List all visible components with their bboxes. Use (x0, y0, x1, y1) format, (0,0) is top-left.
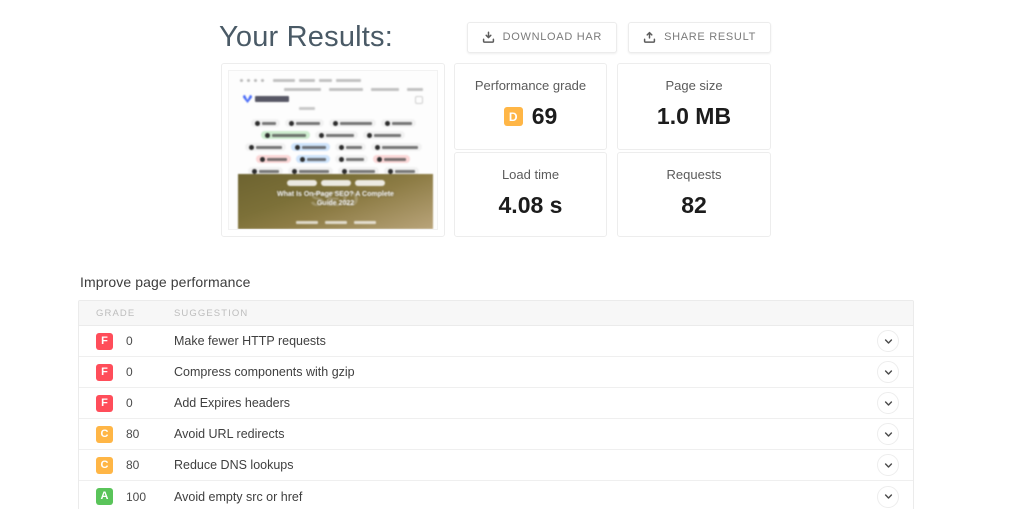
grade-badge: F (96, 364, 113, 381)
metric-card-load-time: Load time 4.08 s (454, 152, 607, 237)
cell-suggestion: Reduce DNS lookups (174, 458, 877, 472)
column-header-grade: GRADE (96, 308, 174, 319)
metric-label: Load time (502, 168, 559, 181)
expand-row-button[interactable] (877, 330, 899, 352)
expand-row-button[interactable] (877, 486, 899, 508)
suggestions-table: GRADE SUGGESTION F0Make fewer HTTP reque… (78, 300, 914, 509)
page-screenshot-thumbnail[interactable]: SEO What Is On-Page SEO? A Complete Guid… (221, 63, 445, 237)
table-row[interactable]: A 100 Avoid empty src or href (79, 481, 913, 509)
mini-search-icon (415, 96, 423, 104)
metric-label: Performance grade (475, 79, 586, 92)
table-row[interactable]: F0Compress components with gzip (79, 357, 913, 388)
mini-site-logo (243, 95, 289, 103)
metric-value-wrap: 82 (681, 194, 707, 217)
column-header-suggestion: SUGGESTION (174, 308, 248, 319)
grade-badge: C (96, 457, 113, 474)
table-row[interactable]: C 80 Avoid URL redirects (79, 419, 913, 450)
cell-suggestion: Avoid URL redirects (174, 427, 877, 441)
cell-grade: F0 (96, 333, 174, 350)
grade-score: 0 (126, 396, 133, 410)
cell-suggestion: Compress components with gzip (174, 365, 877, 379)
chevron-down-icon (884, 368, 893, 377)
metric-value-wrap: 1.0 MB (657, 105, 731, 128)
summary-section: SEO What Is On-Page SEO? A Complete Guid… (221, 63, 771, 237)
cell-suggestion: Add Expires headers (174, 396, 877, 410)
metric-value: 82 (681, 194, 707, 217)
expand-row-button[interactable] (877, 392, 899, 414)
mini-hero-tags (287, 180, 385, 186)
table-row[interactable]: C 80 Reduce DNS lookups (79, 450, 913, 481)
cell-suggestion: Avoid empty src or href (174, 490, 877, 504)
table-row[interactable]: F0Add Expires headers (79, 388, 913, 419)
mini-hero-image: SEO What Is On-Page SEO? A Complete Guid… (238, 174, 433, 229)
results-header: Your Results: DOWNLOAD HAR (219, 14, 771, 60)
mini-browser-topbar (240, 77, 426, 84)
cell-grade: C 80 (96, 457, 174, 474)
share-result-label: SHARE RESULT (664, 31, 756, 43)
grade-score: 0 (126, 365, 133, 379)
share-result-button[interactable]: SHARE RESULT (628, 22, 771, 53)
mini-hero-title: What Is On-Page SEO? A Complete Guide 20… (276, 190, 396, 208)
results-page: Your Results: DOWNLOAD HAR (0, 0, 1024, 509)
cell-grade: F0 (96, 364, 174, 381)
metric-value: 69 (532, 105, 558, 128)
metric-label: Page size (665, 79, 722, 92)
expand-row-button[interactable] (877, 423, 899, 445)
grade-badge: F (96, 395, 113, 412)
mini-nav (284, 87, 423, 91)
table-header-row: GRADE SUGGESTION (79, 301, 913, 326)
mini-hero-meta (296, 221, 376, 224)
grade-score: 80 (126, 458, 139, 472)
grade-score: 100 (126, 490, 146, 504)
header-actions: DOWNLOAD HAR SHARE RESULT (467, 22, 771, 53)
metric-label: Requests (667, 168, 722, 181)
chevron-down-icon (884, 430, 893, 439)
chevron-down-icon (884, 399, 893, 408)
cell-grade: F0 (96, 395, 174, 412)
download-icon (482, 31, 495, 44)
share-icon (643, 31, 656, 44)
table-row[interactable]: F0Make fewer HTTP requests (79, 326, 913, 357)
chevron-down-icon (884, 492, 893, 501)
metric-value: 4.08 s (499, 194, 563, 217)
cell-grade: C 80 (96, 426, 174, 443)
grade-score: 80 (126, 427, 139, 441)
suggestions-section: Improve page performance GRADE SUGGESTIO… (78, 274, 914, 509)
grade-badge: A (96, 488, 113, 505)
thumbnail-render: SEO What Is On-Page SEO? A Complete Guid… (229, 71, 437, 229)
table-body: F0Make fewer HTTP requestsF0Compress com… (79, 326, 913, 509)
download-har-button[interactable]: DOWNLOAD HAR (467, 22, 617, 53)
metric-value: 1.0 MB (657, 105, 731, 128)
grade-score: 0 (126, 334, 133, 348)
page-title: Your Results: (219, 23, 393, 52)
grade-badge: F (96, 333, 113, 350)
metric-card-requests: Requests 82 (617, 152, 771, 237)
expand-row-button[interactable] (877, 454, 899, 476)
download-har-label: DOWNLOAD HAR (503, 31, 602, 43)
metric-value-wrap: D 69 (504, 105, 558, 128)
suggestions-title: Improve page performance (80, 274, 914, 290)
grade-badge: C (96, 426, 113, 443)
metric-card-page-size: Page size 1.0 MB (617, 63, 771, 150)
mini-subnav (299, 107, 315, 110)
chevron-down-icon (884, 461, 893, 470)
thumbnail-frame: SEO What Is On-Page SEO? A Complete Guid… (228, 70, 438, 230)
expand-row-button[interactable] (877, 361, 899, 383)
metric-value-wrap: 4.08 s (499, 194, 563, 217)
metric-card-performance-grade: Performance grade D 69 (454, 63, 607, 150)
cell-grade: A 100 (96, 488, 174, 505)
chevron-down-icon (884, 337, 893, 346)
grade-badge: D (504, 107, 523, 126)
cell-suggestion: Make fewer HTTP requests (174, 334, 877, 348)
